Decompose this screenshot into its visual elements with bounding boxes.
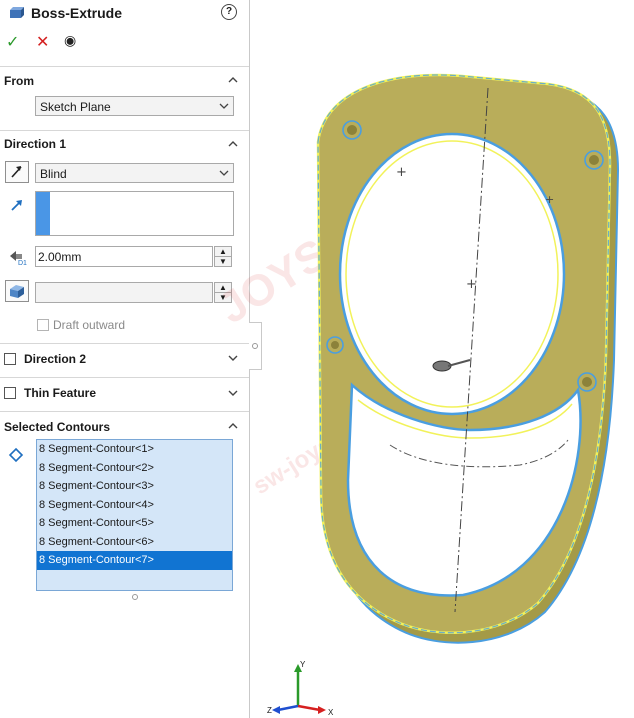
from-section: From Sketch Plane [0, 66, 249, 129]
svg-text:D1: D1 [18, 260, 27, 266]
thin-feature-section: Thin Feature [0, 377, 249, 410]
direction1-section: Direction 1 Blind D1 2.00mm ▲ ▼ ▲ ▼ Draf… [0, 130, 249, 341]
triad-y-label: Y [300, 660, 306, 669]
chevron-up-icon[interactable] [227, 74, 239, 86]
spin-up-icon[interactable]: ▲ [215, 247, 231, 257]
part-model[interactable]: + + + [250, 0, 634, 718]
help-icon[interactable]: ? [221, 4, 237, 20]
chevron-up-icon[interactable] [227, 420, 239, 432]
depth-value: 2.00mm [38, 250, 82, 264]
list-item[interactable]: 8 Segment-Contour<1> [37, 440, 232, 459]
list-item[interactable]: 8 Segment-Contour<5> [37, 514, 232, 533]
selected-contours-title: Selected Contours [4, 420, 111, 434]
direction2-title: Direction 2 [24, 352, 87, 366]
chevron-down-icon[interactable] [227, 352, 239, 364]
direction1-title: Direction 1 [4, 137, 67, 151]
reverse-direction-icon [11, 166, 22, 178]
feature-title: Boss-Extrude [31, 5, 123, 21]
depth-spinner[interactable]: ▲ ▼ [214, 246, 232, 267]
svg-text:+: + [466, 277, 477, 292]
cancel-button[interactable]: ✕ [36, 32, 49, 52]
direction-selection-box[interactable] [35, 191, 234, 236]
boss-extrude-icon [10, 7, 24, 18]
direction-arrow-icon [11, 200, 22, 211]
list-item[interactable]: 8 Segment-Contour<3> [37, 477, 232, 496]
thin-feature-checkbox[interactable] [4, 387, 16, 399]
end-condition-select[interactable]: Blind [35, 163, 234, 183]
from-select-value: Sketch Plane [40, 100, 111, 114]
list-item[interactable]: 8 Segment-Contour<2> [37, 459, 232, 478]
ok-button[interactable]: ✓ [6, 32, 19, 52]
feature-header: Boss-Extrude ? [0, 0, 249, 26]
from-select[interactable]: Sketch Plane [35, 96, 234, 116]
chevron-down-icon [219, 170, 229, 176]
contour-diamond-icon [8, 447, 24, 463]
view-triad [272, 664, 326, 714]
chevron-down-icon [219, 103, 229, 109]
triad-z-label: Z [267, 706, 272, 715]
chevron-up-icon[interactable] [227, 138, 239, 150]
list-item-selected[interactable]: 8 Segment-Contour<7> [37, 551, 232, 570]
depth-input[interactable]: 2.00mm [35, 246, 213, 267]
list-item[interactable]: 8 Segment-Contour<4> [37, 496, 232, 515]
list-item[interactable]: 8 Segment-Contour<6> [37, 533, 232, 552]
list-resize-handle[interactable] [132, 594, 138, 600]
direction2-section: Direction 2 [0, 343, 249, 376]
depth-icon: D1 [10, 251, 27, 266]
draft-angle-input[interactable] [35, 282, 213, 303]
svg-text:+: + [545, 193, 554, 206]
graphics-area[interactable]: JOYSUN sw-joysun.com.cn [211, 0, 634, 718]
direction2-checkbox[interactable] [4, 353, 16, 365]
spin-down-icon[interactable]: ▼ [215, 257, 231, 267]
draft-outward-checkbox[interactable] [37, 319, 49, 331]
triad-x-label: X [328, 708, 334, 717]
draft-icon [10, 285, 24, 298]
svg-text:+: + [396, 165, 407, 180]
property-manager: Boss-Extrude ? ✓ ✕ ◉ From Sketch Plane D… [0, 0, 250, 718]
selection-focus-bar [36, 192, 50, 235]
thin-feature-title: Thin Feature [24, 386, 97, 400]
preview-eye-icon[interactable]: ◉ [64, 32, 76, 49]
from-title: From [4, 74, 34, 88]
reverse-direction-button[interactable] [5, 161, 29, 183]
contour-list[interactable]: 8 Segment-Contour<1> 8 Segment-Contour<2… [36, 439, 233, 591]
action-bar: ✓ ✕ ◉ [0, 30, 249, 54]
draft-toggle-button[interactable] [5, 280, 29, 302]
draft-outward-label: Draft outward [53, 318, 126, 332]
chevron-down-icon[interactable] [227, 387, 239, 399]
end-condition-value: Blind [40, 167, 67, 181]
